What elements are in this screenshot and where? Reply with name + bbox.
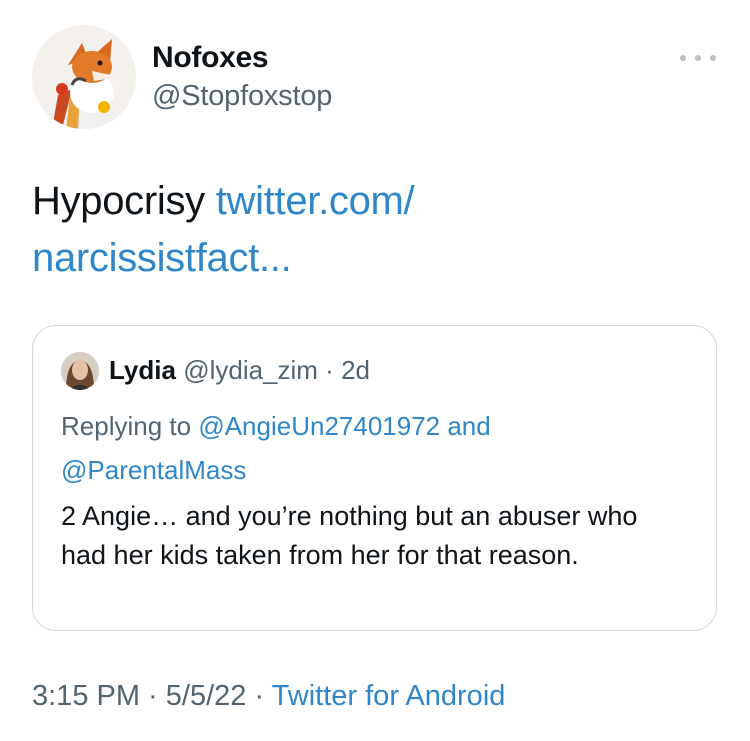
quoted-separator: · — [317, 355, 342, 385]
tweet-link-part1[interactable]: twitter.com/ — [216, 179, 415, 223]
tweet: Nofoxes @Stopfoxstop Hypocrisy twitter.c… — [0, 0, 750, 741]
quoted-header: Lydia @lydia_zim · 2d — [109, 355, 370, 386]
quoted-text: 2 Angie… and you’re nothing but an abuse… — [61, 501, 638, 570]
quoted-tweet[interactable]: Lydia @lydia_zim · 2d Replying to @Angie… — [32, 325, 717, 631]
tweet-text-body: Hypocrisy — [32, 179, 216, 223]
quoted-time[interactable]: 2d — [341, 355, 370, 385]
footer-separator: · — [246, 680, 272, 712]
tweet-footer: 3:15 PM · 5/5/22 · Twitter for Android — [32, 680, 505, 713]
author-name[interactable]: Nofoxes — [152, 41, 269, 75]
author-avatar[interactable] — [32, 25, 136, 129]
person-avatar-icon — [61, 352, 99, 390]
tweet-text: Hypocrisy twitter.com/ narcissistfact... — [32, 173, 692, 287]
quoted-author-name[interactable]: Lydia — [109, 355, 176, 385]
replying-to-label: Replying to — [61, 411, 199, 441]
footer-separator: · — [140, 680, 166, 712]
quoted-replying-to: Replying to @AngieUn27401972 and @Parent… — [61, 404, 681, 492]
reply-and: and — [440, 411, 491, 441]
more-dot — [680, 55, 686, 61]
more-dot — [695, 55, 701, 61]
author-handle[interactable]: @Stopfoxstop — [152, 80, 332, 113]
quoted-author-handle[interactable]: @lydia_zim — [183, 355, 318, 385]
tweet-source[interactable]: Twitter for Android — [272, 680, 506, 712]
tweet-date[interactable]: 5/5/22 — [166, 680, 247, 712]
tweet-link-part2[interactable]: narcissistfact... — [32, 236, 292, 280]
fox-avatar-icon — [32, 25, 136, 129]
reply-mention-angie[interactable]: @AngieUn27401972 — [198, 411, 440, 441]
more-horizontal-icon[interactable] — [680, 50, 716, 66]
quoted-author-avatar[interactable] — [61, 352, 99, 390]
tweet-time[interactable]: 3:15 PM — [32, 680, 140, 712]
more-dot — [710, 55, 716, 61]
reply-mention-parentalmass[interactable]: @ParentalMass — [61, 455, 246, 485]
